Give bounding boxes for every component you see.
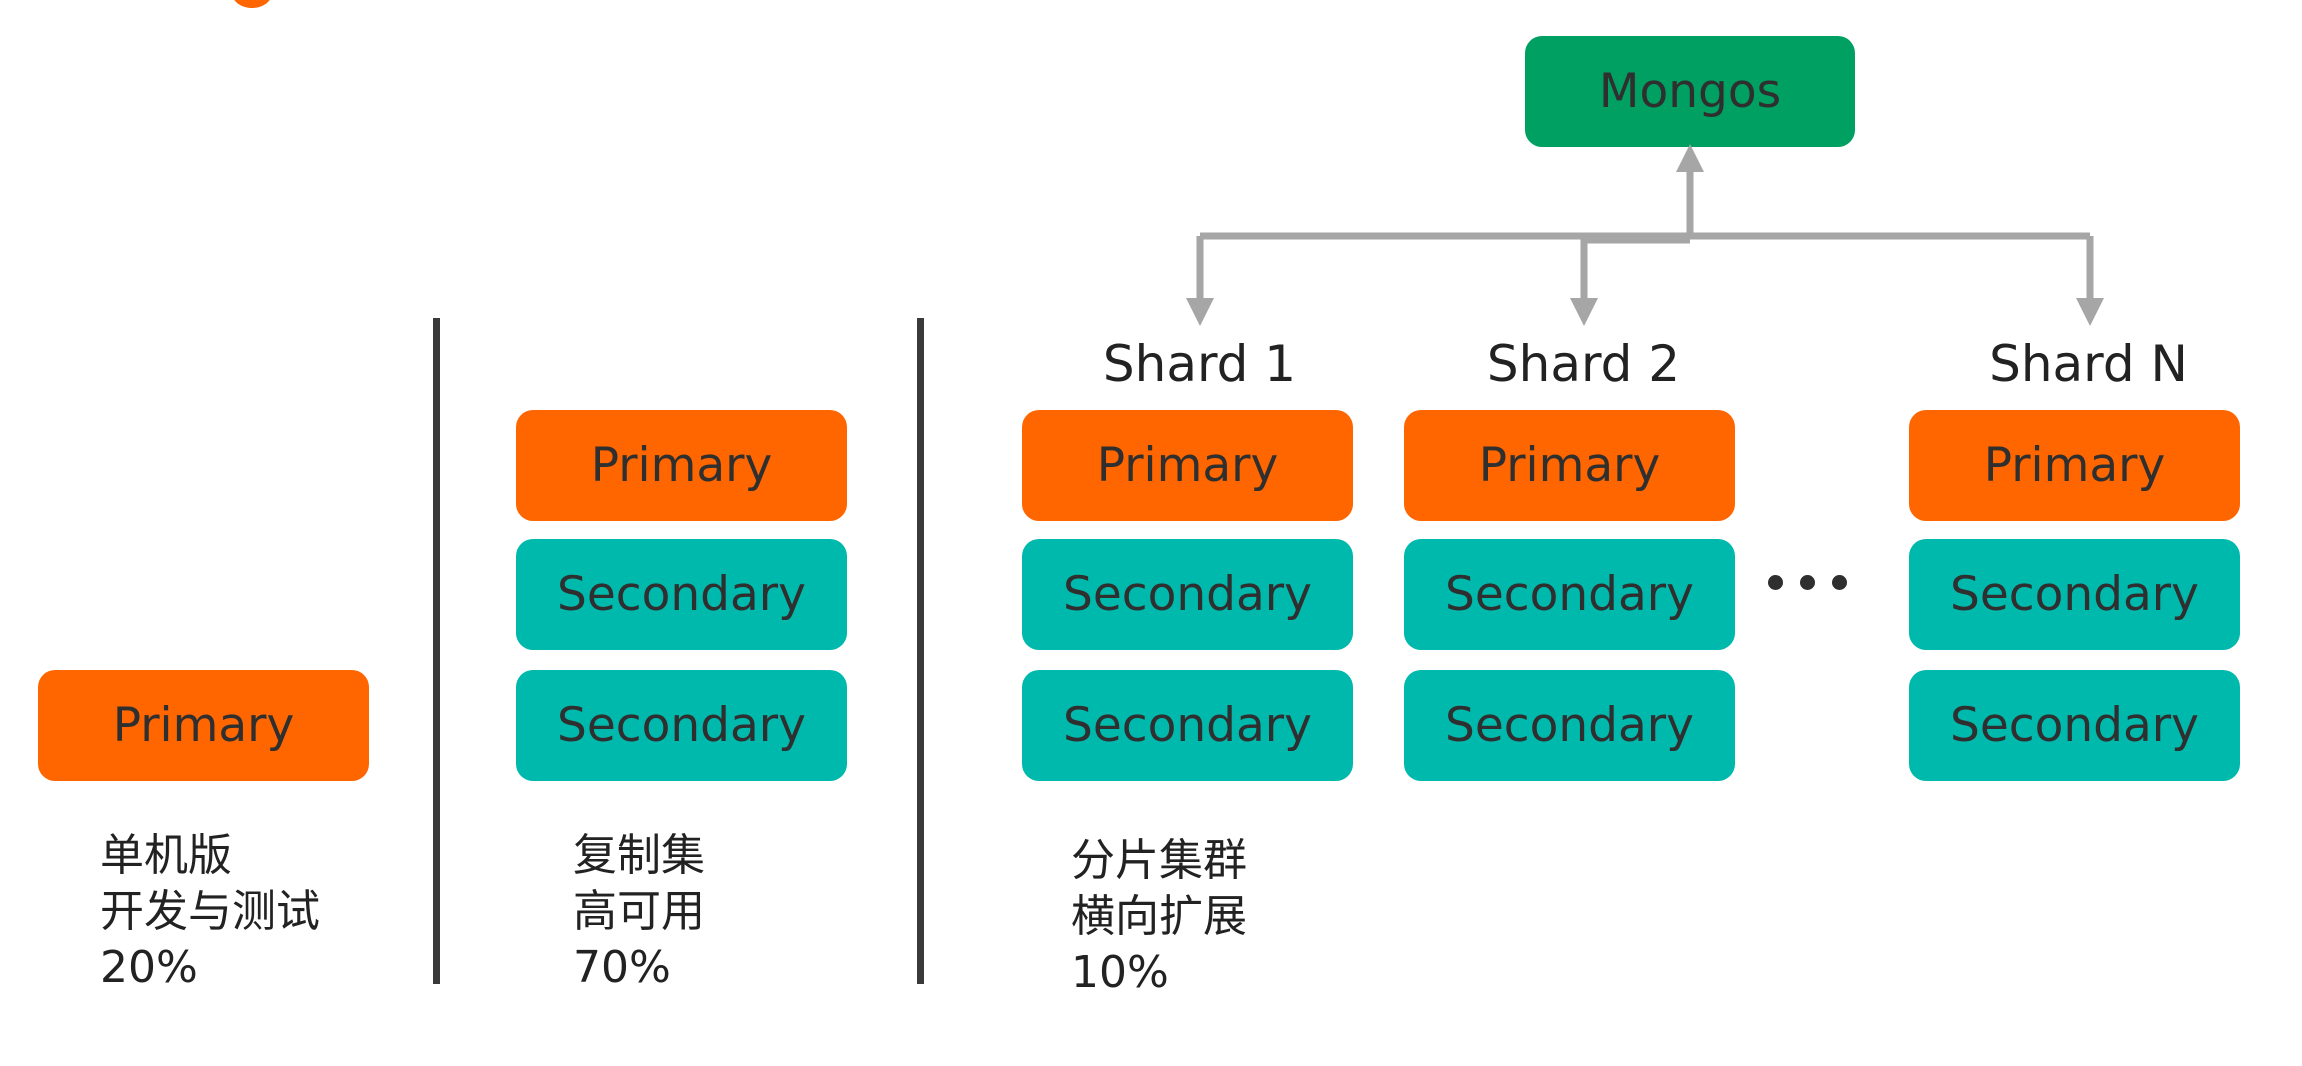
ellipsis-dot	[1832, 575, 1847, 590]
shard-2-secondary-1: Secondary	[1404, 539, 1735, 650]
shard-2-secondary-1-label: Secondary	[1445, 567, 1694, 622]
shard-1-primary: Primary	[1022, 410, 1353, 521]
replica-secondary-1: Secondary	[516, 539, 847, 650]
shard-n-secondary-1: Secondary	[1909, 539, 2240, 650]
standalone-caption: 单机版 开发与测试 20%	[100, 828, 320, 996]
replica-caption-line-2: 高可用	[573, 886, 705, 937]
replica-secondary-2: Secondary	[516, 670, 847, 781]
replica-caption-line-1: 复制集	[573, 830, 705, 881]
ellipsis-dot	[1800, 575, 1815, 590]
replica-secondary-1-label: Secondary	[557, 567, 806, 622]
shard-2-secondary-2: Secondary	[1404, 670, 1735, 781]
sharded-caption-line-1: 分片集群	[1071, 835, 1247, 886]
shard-n-secondary-1-label: Secondary	[1950, 567, 2199, 622]
shard-1-primary-label: Primary	[1096, 438, 1279, 493]
shard-n-secondary-2-label: Secondary	[1950, 698, 2199, 753]
shard-1-secondary-1: Secondary	[1022, 539, 1353, 650]
standalone-primary-label: Primary	[112, 698, 295, 753]
standalone-caption-line-1: 单机版	[100, 830, 232, 881]
shard-1-secondary-2: Secondary	[1022, 670, 1353, 781]
replica-caption: 复制集 高可用 70%	[573, 828, 705, 996]
shard-n-label: Shard N	[1989, 335, 2188, 393]
divider-1	[433, 318, 440, 984]
sharded-caption-line-3: 10%	[1071, 947, 1169, 998]
shard-1-label: Shard 1	[1102, 335, 1297, 393]
more-shards-ellipsis	[1768, 575, 1847, 590]
sharded-caption-line-2: 横向扩展	[1071, 891, 1247, 942]
shard-n-secondary-2: Secondary	[1909, 670, 2240, 781]
shard-2-secondary-2-label: Secondary	[1445, 698, 1694, 753]
shard-1-secondary-2-label: Secondary	[1063, 698, 1312, 753]
sharded-caption: 分片集群 横向扩展 10%	[1071, 833, 1247, 1001]
standalone-primary: Primary	[38, 670, 369, 781]
shard-2-primary: Primary	[1404, 410, 1735, 521]
shard-2-primary-label: Primary	[1478, 438, 1661, 493]
standalone-caption-line-3: 20%	[100, 942, 198, 993]
shard-n-primary: Primary	[1909, 410, 2240, 521]
divider-2	[917, 318, 924, 984]
replica-primary-label: Primary	[590, 438, 773, 493]
replica-secondary-2-label: Secondary	[557, 698, 806, 753]
ellipsis-dot	[1768, 575, 1783, 590]
standalone-caption-line-2: 开发与测试	[100, 886, 320, 937]
replica-primary: Primary	[516, 410, 847, 521]
connector-shard-2	[1570, 236, 1690, 326]
shard-1-secondary-1-label: Secondary	[1063, 567, 1312, 622]
replica-caption-line-3: 70%	[573, 942, 671, 993]
shard-n-primary-label: Primary	[1983, 438, 2166, 493]
shard-2-label: Shard 2	[1486, 335, 1681, 393]
